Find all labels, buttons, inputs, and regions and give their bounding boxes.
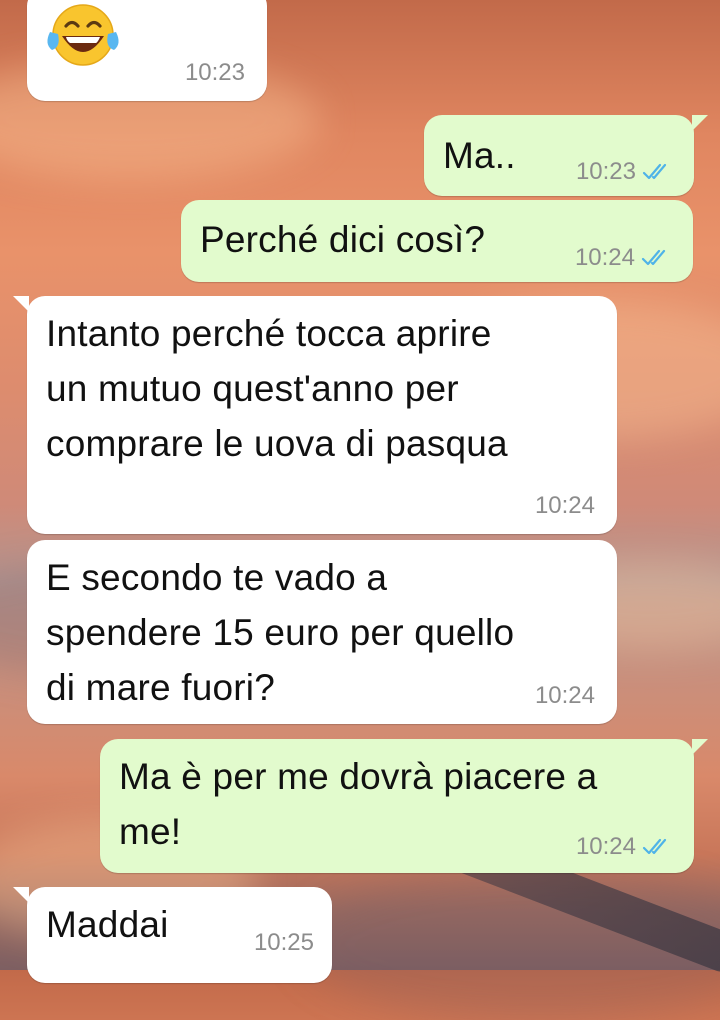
message-line: un mutuo quest'anno per	[46, 368, 459, 409]
message-text: Perché dici così?	[200, 219, 486, 260]
message-time: 10:25	[253, 929, 314, 956]
message-bubble-outgoing[interactable]: Ma è per me dovrà piacere a me! 10:24	[100, 739, 708, 873]
message-bubble-incoming[interactable]: 10:23	[27, 0, 267, 101]
message-bubble-incoming[interactable]: Maddai 10:25	[13, 887, 332, 983]
message-time: 10:24	[575, 833, 636, 860]
message-line: E secondo te vado a	[46, 557, 388, 598]
message-meta: 10:25	[254, 929, 314, 957]
message-line: me!	[119, 811, 182, 852]
message-meta: 10:23	[185, 59, 245, 87]
message-line: spendere 15 euro per quello	[46, 612, 515, 653]
double-check-read-icon	[642, 163, 672, 181]
message-text: E secondo te vado a spendere 15 euro per…	[46, 550, 514, 715]
face-with-tears-of-joy-icon	[44, 2, 122, 73]
message-meta: 10:24	[575, 244, 671, 272]
double-check-read-icon	[642, 838, 672, 856]
message-line: Intanto perché tocca aprire	[46, 313, 492, 354]
message-meta: 10:24	[535, 492, 595, 520]
message-line: di mare fuori?	[46, 667, 276, 708]
message-text: Ma..	[443, 135, 516, 176]
message-time: 10:24	[574, 244, 635, 271]
message-line: comprare le uova di pasqua	[46, 423, 508, 464]
message-text: Intanto perché tocca aprire un mutuo que…	[46, 306, 508, 471]
message-bubble-outgoing[interactable]: Perché dici così? 10:24	[181, 200, 693, 282]
message-meta: 10:24	[535, 682, 595, 710]
message-time: 10:23	[184, 59, 245, 86]
message-time: 10:24	[534, 492, 595, 519]
message-text: Maddai	[46, 904, 169, 945]
message-bubble-outgoing[interactable]: Ma.. 10:23	[424, 115, 708, 196]
message-meta: 10:24	[576, 833, 672, 861]
double-check-read-icon	[641, 249, 671, 267]
message-time: 10:23	[575, 158, 636, 185]
message-text: Ma è per me dovrà piacere a me!	[119, 749, 597, 859]
message-bubble-incoming[interactable]: E secondo te vado a spendere 15 euro per…	[27, 540, 617, 724]
message-meta: 10:23	[576, 158, 672, 186]
message-line: Ma è per me dovrà piacere a	[119, 756, 598, 797]
message-bubble-incoming[interactable]: Intanto perché tocca aprire un mutuo que…	[13, 296, 617, 534]
message-time: 10:24	[534, 682, 595, 709]
